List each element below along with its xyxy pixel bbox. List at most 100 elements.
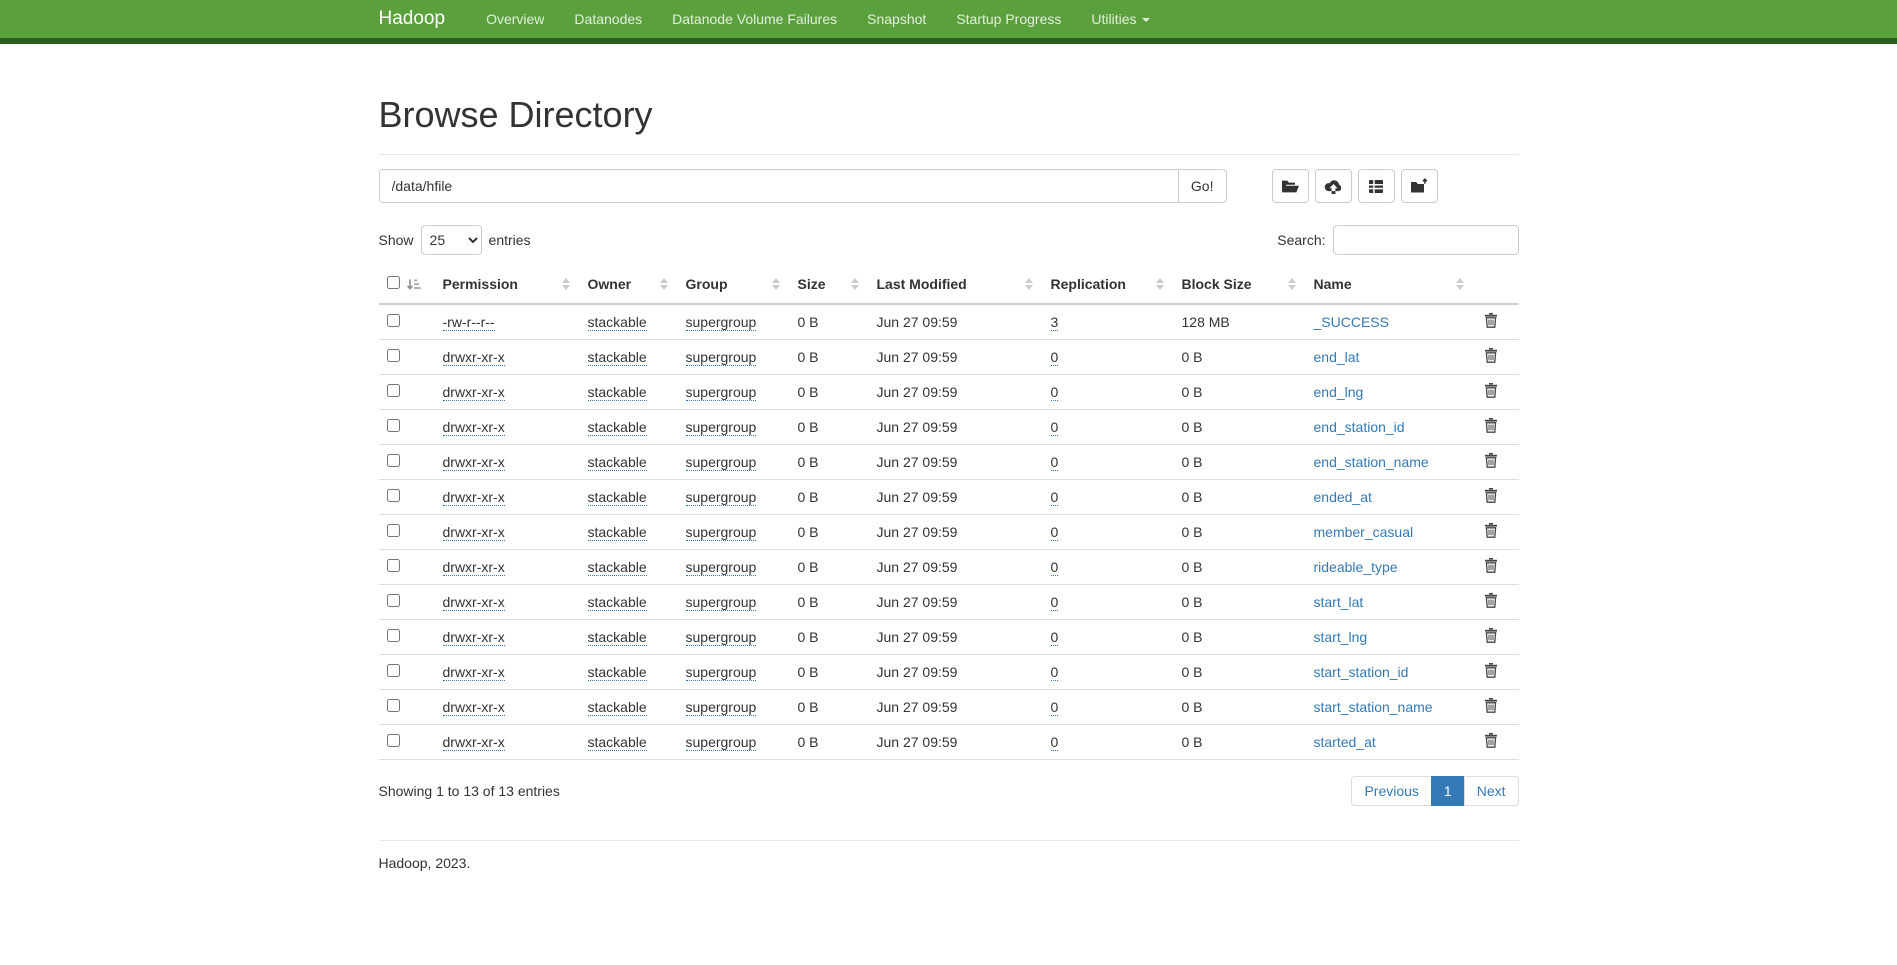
group-value[interactable]: supergroup — [686, 629, 757, 646]
replication-value[interactable]: 0 — [1051, 524, 1059, 541]
permission-value[interactable]: drwxr-xr-x — [443, 664, 505, 681]
delete-file-button[interactable] — [1482, 313, 1500, 328]
row-checkbox[interactable] — [387, 629, 400, 642]
file-link-end_lng[interactable]: end_lng — [1314, 384, 1364, 400]
nav-item-startup-progress[interactable]: Startup Progress — [941, 0, 1076, 41]
column-header-block-size[interactable]: Block Size — [1174, 267, 1306, 304]
delete-file-button[interactable] — [1482, 593, 1500, 608]
open-folder-button[interactable] — [1272, 169, 1309, 203]
row-checkbox[interactable] — [387, 349, 400, 362]
replication-value[interactable]: 0 — [1051, 559, 1059, 576]
file-link-_SUCCESS[interactable]: _SUCCESS — [1314, 314, 1389, 330]
delete-file-button[interactable] — [1482, 663, 1500, 678]
group-value[interactable]: supergroup — [686, 384, 757, 401]
group-value[interactable]: supergroup — [686, 314, 757, 331]
replication-value[interactable]: 3 — [1051, 314, 1059, 331]
owner-value[interactable]: stackable — [588, 629, 647, 646]
owner-value[interactable]: stackable — [588, 699, 647, 716]
group-value[interactable]: supergroup — [686, 524, 757, 541]
group-value[interactable]: supergroup — [686, 454, 757, 471]
file-link-started_at[interactable]: started_at — [1314, 734, 1376, 750]
delete-file-button[interactable] — [1482, 628, 1500, 643]
permission-value[interactable]: drwxr-xr-x — [443, 594, 505, 611]
pagination-page-1[interactable]: 1 — [1432, 776, 1465, 806]
delete-file-button[interactable] — [1482, 558, 1500, 573]
file-list-button[interactable] — [1358, 169, 1395, 203]
owner-value[interactable]: stackable — [588, 734, 647, 751]
group-value[interactable]: supergroup — [686, 664, 757, 681]
permission-value[interactable]: drwxr-xr-x — [443, 419, 505, 436]
row-checkbox[interactable] — [387, 314, 400, 327]
permission-value[interactable]: drwxr-xr-x — [443, 629, 505, 646]
owner-value[interactable]: stackable — [588, 559, 647, 576]
delete-file-button[interactable] — [1482, 418, 1500, 433]
row-checkbox[interactable] — [387, 489, 400, 502]
replication-value[interactable]: 0 — [1051, 594, 1059, 611]
column-header-size[interactable]: Size — [790, 267, 869, 304]
row-checkbox[interactable] — [387, 384, 400, 397]
permission-value[interactable]: drwxr-xr-x — [443, 734, 505, 751]
owner-value[interactable]: stackable — [588, 314, 647, 331]
group-value[interactable]: supergroup — [686, 559, 757, 576]
permission-value[interactable]: -rw-r--r-- — [443, 314, 495, 331]
group-value[interactable]: supergroup — [686, 419, 757, 436]
permission-value[interactable]: drwxr-xr-x — [443, 384, 505, 401]
owner-value[interactable]: stackable — [588, 419, 647, 436]
owner-value[interactable]: stackable — [588, 349, 647, 366]
nav-item-datanode-volume-failures[interactable]: Datanode Volume Failures — [657, 0, 852, 41]
search-input[interactable] — [1333, 225, 1519, 255]
column-header-owner[interactable]: Owner — [580, 267, 678, 304]
row-checkbox[interactable] — [387, 664, 400, 677]
column-header-group[interactable]: Group — [678, 267, 790, 304]
replication-value[interactable]: 0 — [1051, 384, 1059, 401]
delete-file-button[interactable] — [1482, 733, 1500, 748]
file-link-end_station_name[interactable]: end_station_name — [1314, 454, 1429, 470]
file-link-member_casual[interactable]: member_casual — [1314, 524, 1414, 540]
file-link-start_station_name[interactable]: start_station_name — [1314, 699, 1433, 715]
file-link-start_lat[interactable]: start_lat — [1314, 594, 1364, 610]
file-link-start_station_id[interactable]: start_station_id — [1314, 664, 1409, 680]
column-header-replication[interactable]: Replication — [1043, 267, 1174, 304]
replication-value[interactable]: 0 — [1051, 489, 1059, 506]
brand-hadoop[interactable]: Hadoop — [379, 8, 446, 30]
nav-item-snapshot[interactable]: Snapshot — [852, 0, 941, 41]
delete-file-button[interactable] — [1482, 488, 1500, 503]
column-header-name[interactable]: Name — [1306, 267, 1474, 304]
select-all-checkbox[interactable] — [387, 276, 400, 289]
group-value[interactable]: supergroup — [686, 734, 757, 751]
file-link-start_lng[interactable]: start_lng — [1314, 629, 1368, 645]
row-checkbox[interactable] — [387, 734, 400, 747]
nav-item-overview[interactable]: Overview — [471, 0, 559, 41]
replication-value[interactable]: 0 — [1051, 454, 1059, 471]
replication-value[interactable]: 0 — [1051, 734, 1059, 751]
row-checkbox[interactable] — [387, 524, 400, 537]
delete-file-button[interactable] — [1482, 383, 1500, 398]
row-checkbox[interactable] — [387, 454, 400, 467]
nav-item-utilities[interactable]: Utilities — [1076, 0, 1164, 41]
delete-file-button[interactable] — [1482, 523, 1500, 538]
owner-value[interactable]: stackable — [588, 664, 647, 681]
file-link-end_lat[interactable]: end_lat — [1314, 349, 1360, 365]
permission-value[interactable]: drwxr-xr-x — [443, 349, 505, 366]
pagination-next[interactable]: Next — [1465, 776, 1519, 806]
row-checkbox[interactable] — [387, 559, 400, 572]
column-header-permission[interactable]: Permission — [435, 267, 580, 304]
group-value[interactable]: supergroup — [686, 594, 757, 611]
nav-item-datanodes[interactable]: Datanodes — [559, 0, 657, 41]
directory-path-input[interactable] — [379, 169, 1179, 203]
column-header-last-modified[interactable]: Last Modified — [869, 267, 1043, 304]
owner-value[interactable]: stackable — [588, 594, 647, 611]
delete-file-button[interactable] — [1482, 453, 1500, 468]
file-link-ended_at[interactable]: ended_at — [1314, 489, 1372, 505]
permission-value[interactable]: drwxr-xr-x — [443, 559, 505, 576]
permission-value[interactable]: drwxr-xr-x — [443, 524, 505, 541]
replication-value[interactable]: 0 — [1051, 699, 1059, 716]
upload-file-button[interactable] — [1315, 169, 1352, 203]
column-header-select[interactable] — [379, 267, 435, 304]
delete-file-button[interactable] — [1482, 698, 1500, 713]
replication-value[interactable]: 0 — [1051, 349, 1059, 366]
owner-value[interactable]: stackable — [588, 384, 647, 401]
group-value[interactable]: supergroup — [686, 349, 757, 366]
replication-value[interactable]: 0 — [1051, 419, 1059, 436]
permission-value[interactable]: drwxr-xr-x — [443, 489, 505, 506]
